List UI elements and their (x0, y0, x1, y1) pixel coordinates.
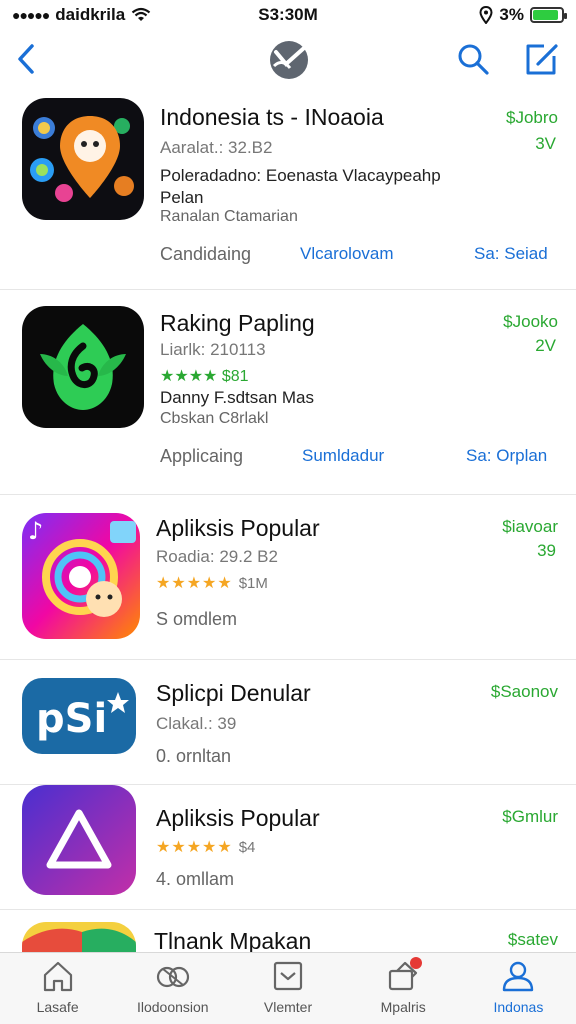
app-link[interactable]: Sumldadur (302, 446, 384, 466)
app-title[interactable]: Splicpi Denular (156, 680, 311, 707)
rating-count: $1M (238, 575, 268, 592)
nav-bar (0, 30, 576, 90)
star-rating-icon: ★★★★★ (156, 839, 233, 856)
signal-dots-icon: ●●●●● (12, 7, 50, 23)
app-description: Danny F.sdtsan Mas (160, 388, 315, 407)
app-rating: ★★★★ $81 (160, 368, 249, 385)
price-button[interactable]: $iavoar (502, 517, 558, 537)
app-subtitle: S omdlem (156, 609, 238, 629)
star-rating-icon: ★★★★★ (156, 575, 233, 592)
tab-label: Ilodoonsion (136, 999, 209, 1015)
tab-games[interactable]: Ilodoonsion (115, 953, 230, 1024)
tab-label: Vlemter (263, 999, 313, 1015)
location-icon (479, 6, 493, 24)
app-category: Applicaing (160, 446, 244, 466)
app-subtitle: Cbskan C8rlakl (160, 410, 269, 427)
search-icon[interactable] (455, 40, 491, 78)
app-list: Indonesia ts - INoaoia Aaralat.: 32.B2 P… (0, 90, 576, 952)
app-subtitle: 4. omllam (156, 869, 235, 889)
app-meta: Clakal.: 39 (156, 714, 237, 733)
app-meta: Aaralat.: 32.B2 (160, 138, 273, 157)
price-button[interactable]: $Saonov (491, 682, 558, 702)
app-description-2: Pelan (160, 188, 204, 207)
battery-percent: 3% (499, 5, 524, 24)
home-icon (43, 961, 72, 992)
map-pin-app-icon[interactable] (22, 98, 144, 220)
app-size: 39 (537, 541, 556, 560)
rating-count: $4 (238, 839, 256, 856)
tab-home[interactable]: Lasafe (0, 953, 115, 1024)
chevron-left-icon[interactable] (10, 40, 46, 78)
compose-icon[interactable] (522, 40, 560, 78)
svg-text:pSi: pSi (36, 696, 107, 742)
status-right: 3% (479, 5, 567, 25)
battery-icon (530, 7, 567, 23)
app-meta: Roadia: 29.2 B2 (156, 547, 278, 566)
colorful-app-icon[interactable] (22, 922, 136, 952)
app-title[interactable]: Raking Papling (160, 310, 315, 337)
leaf-app-icon[interactable] (22, 306, 144, 428)
tab-profile[interactable]: Indonas (461, 953, 576, 1024)
price-button[interactable]: $Jobro (506, 108, 558, 128)
app-subtitle: Ranalan Ctamarian (160, 208, 298, 225)
tab-label: Indonas (493, 999, 544, 1015)
app-size: 2V (535, 336, 556, 355)
tab-label: Lasafe (36, 999, 79, 1015)
status-bar: ●●●●● daidkrila S3:30M 3% (0, 0, 576, 30)
app-title[interactable]: Tlnank Mpakan (154, 928, 311, 952)
price-button[interactable]: $Jooko (503, 312, 558, 332)
notification-badge (409, 957, 422, 969)
list-item[interactable]: Apliksis Popular ★★★★★ $4 4. omllam $Gmlu… (0, 785, 576, 910)
app-title[interactable]: Indonesia ts - INoaoia (160, 104, 384, 131)
price-button[interactable]: $satev (508, 930, 558, 950)
status-left: ●●●●● daidkrila (12, 5, 212, 25)
app-category: Candidaing (160, 244, 252, 264)
tab-inbox[interactable]: Vlemter (230, 953, 345, 1024)
app-logo-icon (264, 38, 314, 82)
list-item[interactable]: pSi Splicpi Denular Clakal.: 39 0. ornlt… (0, 660, 576, 785)
tab-label: Mpalris (380, 999, 426, 1015)
price-button[interactable]: $Gmlur (502, 807, 558, 827)
svg-text:♪: ♪ (28, 517, 43, 545)
app-link-secondary[interactable]: Sa: Seiad (474, 244, 548, 264)
battery-fill (533, 10, 559, 20)
app-subtitle: 0. ornltan (156, 746, 232, 766)
app-link[interactable]: Vlcarolovam (300, 244, 394, 264)
tab-updates[interactable]: Mpalris (346, 953, 461, 1024)
profile-icon (503, 961, 534, 992)
tab-bar: Lasafe Ilodoonsion Vlemter Mpalris Indon… (0, 952, 576, 1024)
psi-app-icon[interactable]: pSi (22, 678, 136, 754)
inbox-icon (273, 961, 303, 991)
app-title[interactable]: Apliksis Popular (156, 805, 320, 832)
app-rating: ★★★★★ $4 (156, 837, 255, 857)
carrier-name: daidkrila (55, 5, 126, 24)
wifi-icon (132, 7, 151, 21)
list-item[interactable]: Indonesia ts - INoaoia Aaralat.: 32.B2 P… (0, 90, 576, 290)
triangle-app-icon[interactable] (22, 785, 136, 895)
list-item[interactable]: Tlnank Mpakan $satev (0, 910, 576, 952)
list-item[interactable]: ♪ Apliksis Popular Roadia: 29.2 B2 ★★★★★… (0, 495, 576, 660)
app-rating: ★★★★★ $1M (156, 573, 268, 593)
games-icon (156, 966, 189, 988)
app-size: 3V (535, 134, 556, 153)
app-meta: Liarlk: 210113 (160, 340, 266, 359)
music-app-icon[interactable]: ♪ (22, 513, 140, 639)
app-link-secondary[interactable]: Sa: Orplan (466, 446, 547, 466)
app-description: Poleradadno: Eoenasta Vlacaypeahp (160, 166, 441, 185)
app-title[interactable]: Apliksis Popular (156, 515, 320, 542)
list-item[interactable]: Raking Papling Liarlk: 210113 ★★★★ $81 D… (0, 290, 576, 495)
